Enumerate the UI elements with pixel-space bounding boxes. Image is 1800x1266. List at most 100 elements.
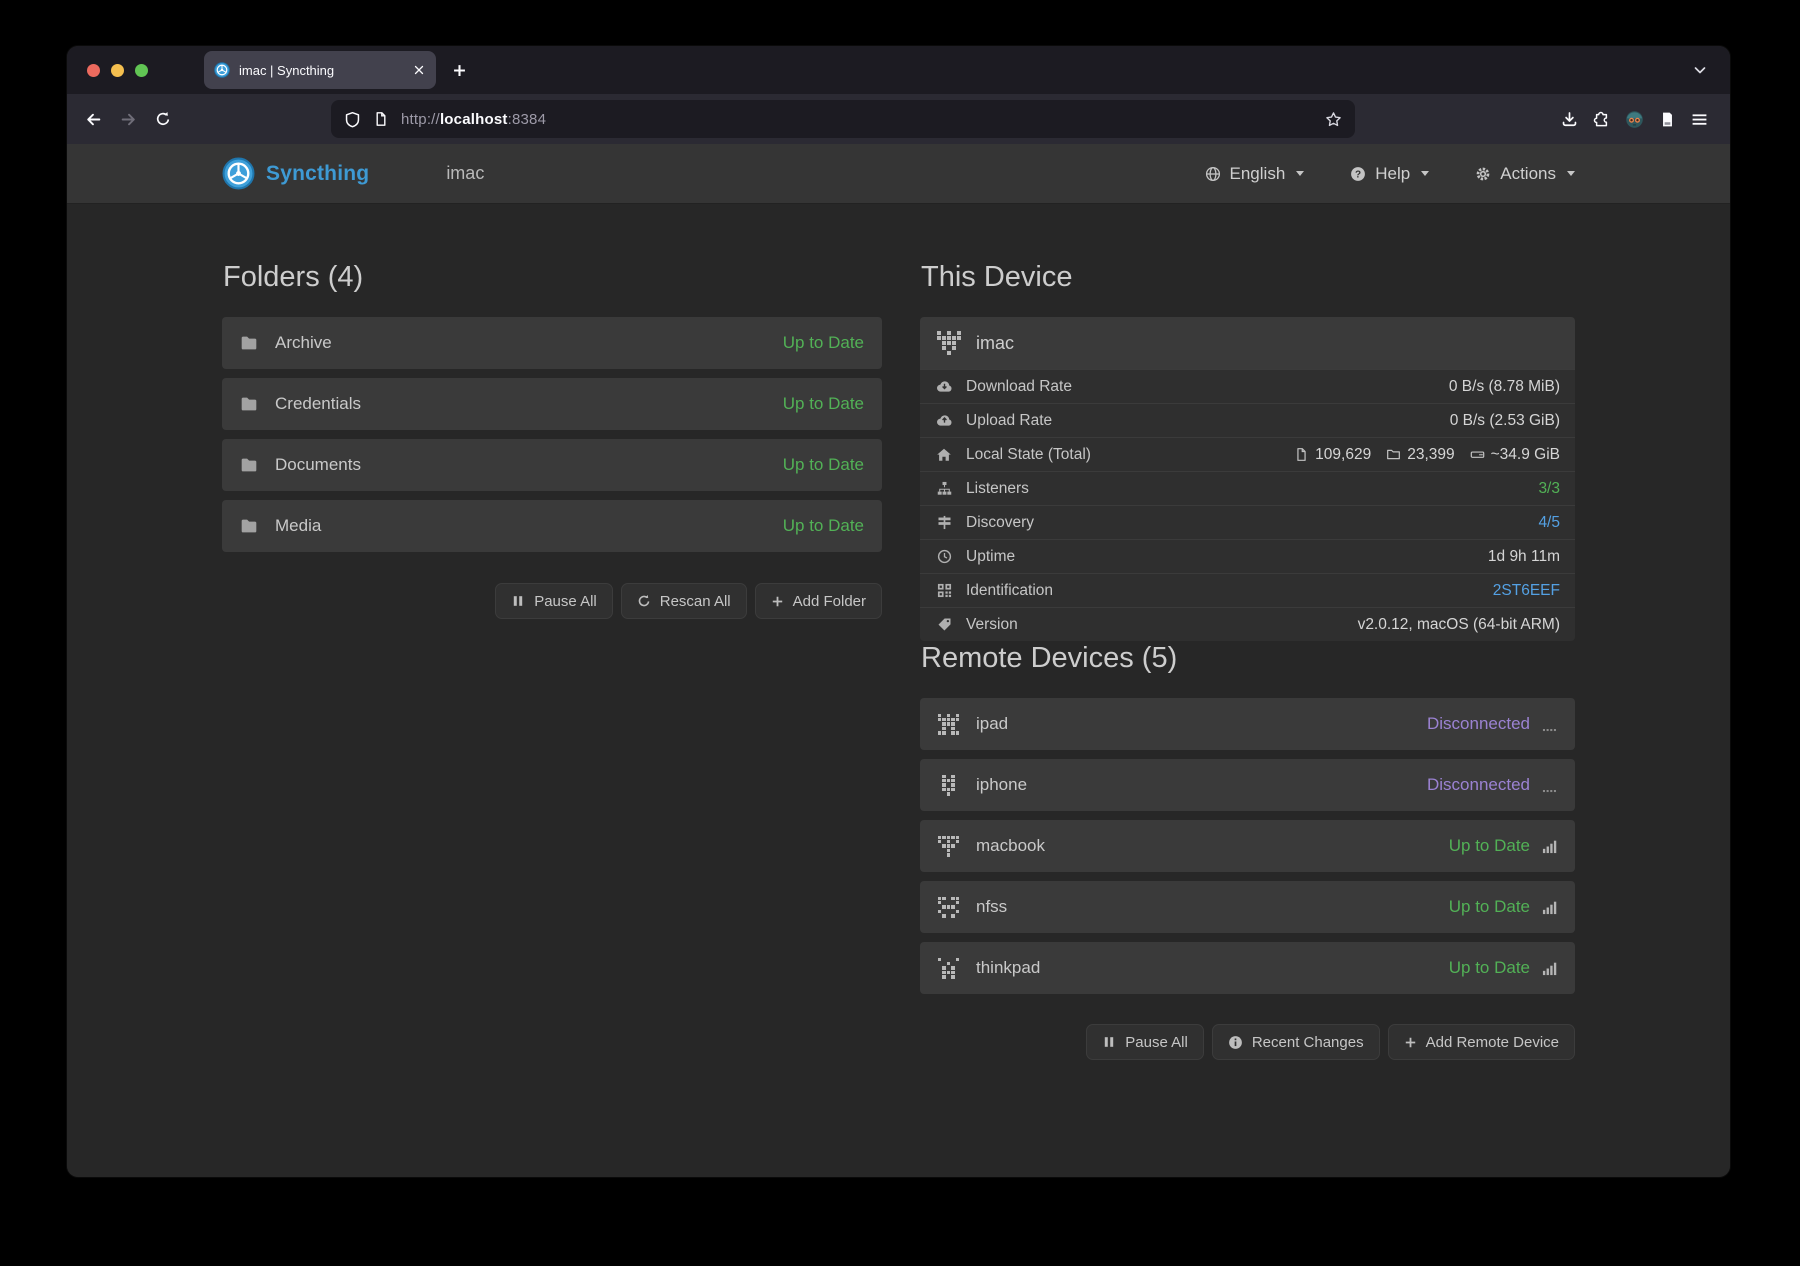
- device-row-thinkpad[interactable]: thinkpad Up to Date: [920, 942, 1575, 994]
- clock-icon: [935, 549, 953, 564]
- device-row-macbook[interactable]: macbook Up to Date: [920, 820, 1575, 872]
- reader-document-icon[interactable]: [1659, 111, 1676, 128]
- add-remote-device-button[interactable]: Add Remote Device: [1388, 1024, 1575, 1060]
- folders-heading: Folders (4): [223, 260, 882, 295]
- actions-menu[interactable]: Actions: [1475, 164, 1575, 184]
- stat-row-download-rate: Download Rate 0 B/s (8.78 MiB): [920, 369, 1575, 403]
- refresh-icon: [637, 594, 651, 608]
- hdd-icon: [1470, 447, 1485, 462]
- tab-bar: imac | Syncthing: [67, 46, 1730, 94]
- folder-row-archive[interactable]: Archive Up to Date: [222, 317, 882, 369]
- folder-status: Up to Date: [783, 333, 864, 353]
- plus-icon: [1404, 1036, 1417, 1049]
- browser-toolbar: http://localhost:8384: [67, 94, 1730, 144]
- add-folder-button[interactable]: Add Folder: [755, 583, 882, 619]
- syncthing-brand: Syncthing: [222, 157, 369, 190]
- info-circle-icon: [1228, 1035, 1243, 1050]
- cloud-upload-icon: [935, 412, 953, 429]
- folder-row-credentials[interactable]: Credentials Up to Date: [222, 378, 882, 430]
- downloads-icon[interactable]: [1561, 111, 1578, 128]
- remote-devices-heading: Remote Devices (5): [921, 641, 1575, 676]
- browser-window: imac | Syncthing http://localhost:8384: [67, 46, 1730, 1177]
- new-tab-button[interactable]: [452, 63, 467, 78]
- this-device-header[interactable]: imac: [920, 317, 1575, 369]
- device-status: Up to Date: [1449, 897, 1530, 917]
- folder-outline-icon: [1386, 447, 1401, 462]
- device-identicon: [938, 897, 959, 918]
- signal-bars-icon: [1542, 900, 1557, 915]
- recent-changes-button[interactable]: Recent Changes: [1212, 1024, 1380, 1060]
- help-menu[interactable]: Help: [1350, 164, 1429, 184]
- pause-all-folders-button[interactable]: Pause All: [495, 583, 613, 619]
- device-identicon: [938, 775, 959, 796]
- list-tabs-chevron-icon[interactable]: [1692, 46, 1708, 94]
- reload-button[interactable]: [155, 111, 171, 127]
- stat-row-discovery: Discovery 4/5: [920, 505, 1575, 539]
- hamburger-menu-icon[interactable]: [1691, 111, 1708, 128]
- device-row-ipad[interactable]: ipad Disconnected: [920, 698, 1575, 750]
- this-device-name: imac: [976, 333, 1014, 354]
- folder-status: Up to Date: [783, 455, 864, 475]
- syncthing-favicon: [214, 62, 230, 78]
- folder-icon: [240, 456, 258, 474]
- globe-icon: [1205, 166, 1221, 182]
- question-circle-icon: [1350, 166, 1366, 182]
- caret-down-icon: [1421, 171, 1429, 176]
- rescan-all-button[interactable]: Rescan All: [621, 583, 747, 619]
- device-status: Up to Date: [1449, 958, 1530, 978]
- syncthing-navbar: Syncthing imac English Help Actions: [67, 144, 1730, 204]
- plus-icon: [771, 595, 784, 608]
- signal-bars-icon: [1542, 839, 1557, 854]
- device-status: Disconnected: [1427, 714, 1530, 734]
- traffic-lights: [67, 64, 148, 77]
- forward-button[interactable]: [120, 111, 137, 128]
- tag-icon: [935, 617, 953, 632]
- page-info-icon[interactable]: [373, 111, 389, 127]
- navbar-device-name: imac: [446, 163, 484, 184]
- bookmark-star-icon[interactable]: [1325, 111, 1342, 128]
- minimize-window-button[interactable]: [111, 64, 124, 77]
- extensions-puzzle-icon[interactable]: [1593, 111, 1610, 128]
- stat-row-version: Version v2.0.12, macOS (64-bit ARM): [920, 607, 1575, 641]
- shield-icon[interactable]: [344, 111, 361, 128]
- close-window-button[interactable]: [87, 64, 100, 77]
- this-device-heading: This Device: [921, 260, 1575, 295]
- tab-title: imac | Syncthing: [239, 63, 403, 78]
- stat-row-local-state: Local State (Total) 109,629 23,399 ~34.9…: [920, 437, 1575, 471]
- device-row-iphone[interactable]: iphone Disconnected: [920, 759, 1575, 811]
- back-button[interactable]: [85, 111, 102, 128]
- device-identicon: [938, 714, 959, 735]
- qrcode-icon: [935, 583, 953, 598]
- language-menu[interactable]: English: [1205, 164, 1305, 184]
- syncthing-logo-icon: [222, 157, 255, 190]
- folder-icon: [240, 395, 258, 413]
- signal-bars-icon: [1542, 961, 1557, 976]
- gear-icon: [1475, 166, 1491, 182]
- device-status: Up to Date: [1449, 836, 1530, 856]
- folder-icon: [240, 334, 258, 352]
- pause-all-devices-button[interactable]: Pause All: [1086, 1024, 1204, 1060]
- pause-icon: [1102, 1035, 1116, 1049]
- folder-row-documents[interactable]: Documents Up to Date: [222, 439, 882, 491]
- maximize-window-button[interactable]: [135, 64, 148, 77]
- folder-icon: [240, 517, 258, 535]
- profile-avatar-icon[interactable]: [1625, 110, 1644, 129]
- device-identicon: [938, 836, 959, 857]
- device-row-nfss[interactable]: nfss Up to Date: [920, 881, 1575, 933]
- url-bar[interactable]: http://localhost:8384: [331, 100, 1355, 138]
- device-identicon: [937, 331, 961, 355]
- tab-close-icon[interactable]: [412, 63, 426, 77]
- pause-icon: [511, 594, 525, 608]
- this-device-panel: imac Download Rate 0 B/s (8.78 MiB) Uplo…: [920, 317, 1575, 641]
- browser-tab[interactable]: imac | Syncthing: [204, 51, 436, 89]
- stat-row-uptime: Uptime 1d 9h 11m: [920, 539, 1575, 573]
- stat-row-upload-rate: Upload Rate 0 B/s (2.53 GiB): [920, 403, 1575, 437]
- url-text: http://localhost:8384: [401, 111, 546, 128]
- signal-none-icon: [1542, 717, 1557, 732]
- page-content: Folders (4) Archive Up to Date Credentia…: [67, 204, 1730, 1177]
- stat-row-identification: Identification 2ST6EEF: [920, 573, 1575, 607]
- device-status: Disconnected: [1427, 775, 1530, 795]
- folder-row-media[interactable]: Media Up to Date: [222, 500, 882, 552]
- file-icon: [1294, 447, 1309, 462]
- stat-row-listeners: Listeners 3/3: [920, 471, 1575, 505]
